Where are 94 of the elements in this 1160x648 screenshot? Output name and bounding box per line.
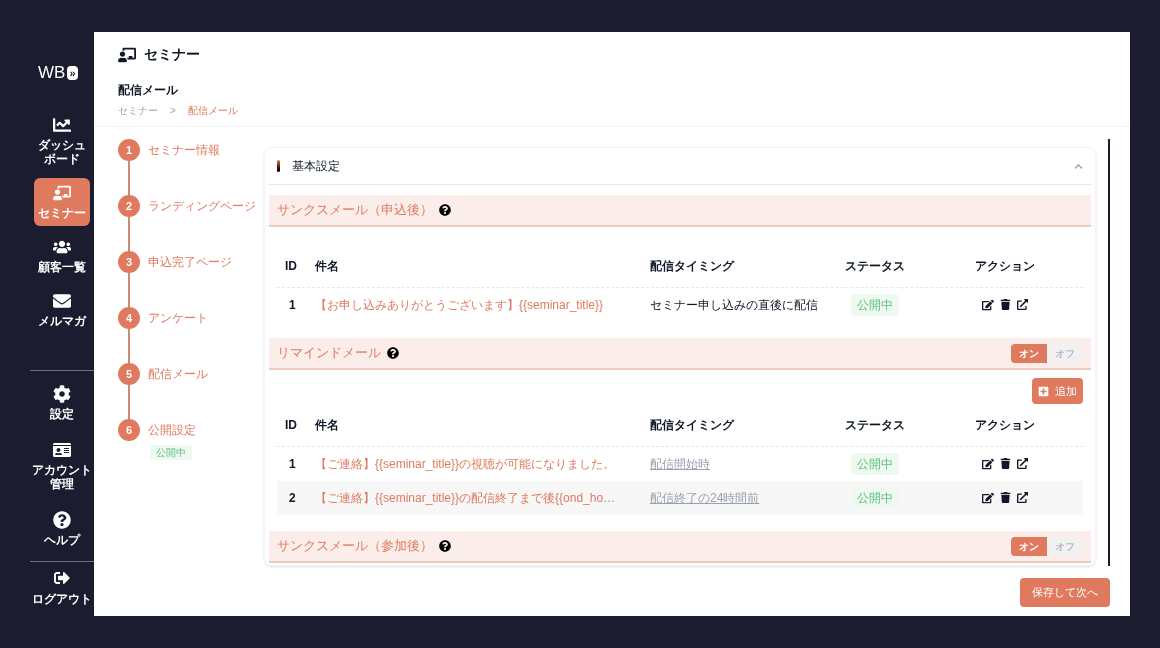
external-link-icon[interactable] (1017, 299, 1028, 310)
step-label[interactable]: ランディングページ (148, 197, 256, 215)
help-icon (53, 511, 71, 529)
edit-icon[interactable] (982, 492, 994, 504)
column-header: 件名 (314, 258, 340, 275)
plus-icon (1038, 385, 1049, 397)
sidebar-item[interactable]: ダッシュ ボード (34, 109, 90, 172)
sidebar-item[interactable]: メルマガ (34, 285, 90, 334)
trash-icon[interactable] (1000, 492, 1011, 503)
edit-icon[interactable] (982, 458, 994, 470)
trash-icon[interactable] (1000, 299, 1011, 310)
help-icon[interactable] (439, 540, 451, 552)
section-title: リマインドメール (277, 344, 381, 363)
sidebar-label: アカウント (32, 463, 92, 477)
sidebar-item[interactable]: アカウント 管理 (34, 435, 90, 497)
step-number[interactable]: 2 (118, 195, 140, 217)
sidebar-label: 設定 (50, 407, 74, 421)
edit-icon[interactable] (982, 299, 994, 311)
step-number[interactable]: 1 (118, 139, 140, 161)
panel-title: 基本設定 (292, 158, 340, 175)
status-badge: 公開中 (850, 487, 899, 509)
toggle-option[interactable]: オフ (1047, 536, 1083, 556)
sidebar-label: 管理 (50, 477, 74, 491)
table-cell-text: 1 (288, 456, 296, 473)
sidebar-item[interactable]: ヘルプ (34, 505, 90, 553)
step-label[interactable]: 配信メール (148, 365, 208, 383)
add-button[interactable]: 追加 (1032, 378, 1083, 404)
timing-cell[interactable]: 配信終了の24時間前 (642, 489, 760, 507)
step-label[interactable]: 公開設定 (148, 421, 196, 439)
logo: WB (38, 62, 66, 84)
step-label[interactable]: アンケート (148, 309, 208, 327)
sidebar-item[interactable]: 顧客一覧 (34, 231, 90, 280)
presenter-icon (118, 45, 136, 64)
toggle-option[interactable]: オフ (1047, 343, 1083, 363)
save-next-button[interactable]: 保存して次へ (1020, 578, 1110, 607)
subject-link[interactable]: 【ご連絡】{{seminar_title}}の視聴が可能になりました。 (307, 455, 616, 473)
sidebar-item[interactable]: セミナー (34, 177, 90, 226)
external-link-icon[interactable] (1017, 492, 1028, 503)
column-header: 配信タイミング (649, 417, 736, 434)
logout-label: ログアウト (32, 591, 92, 608)
trash-icon[interactable] (1000, 458, 1011, 469)
column-header: ステータス (843, 258, 906, 275)
subject-link[interactable]: 【ご連絡】{{seminar_title}}の配信終了まで後{{ond_ho… (307, 489, 616, 507)
step-number[interactable]: 6 (118, 419, 140, 441)
toggle-option[interactable]: オン (1011, 343, 1047, 363)
step-label[interactable]: セミナー情報 (148, 141, 220, 159)
breadcrumb-item: 配信メール (187, 104, 238, 118)
column-header: 件名 (314, 417, 340, 434)
sidebar-label: 顧客一覧 (38, 259, 86, 274)
page-title: 配信メール (118, 82, 179, 99)
breadcrumb-separator: > (170, 104, 176, 118)
section-title: サンクスメール（参加後） (277, 537, 433, 556)
status-badge: 公開中 (850, 453, 899, 475)
expand-button[interactable]: » (67, 65, 78, 80)
step-number[interactable]: 5 (118, 363, 140, 385)
step-label[interactable]: 申込完了ページ (148, 253, 232, 271)
logout-button[interactable]: ログアウト (30, 570, 94, 608)
step-number[interactable]: 3 (118, 251, 140, 273)
breadcrumb-item[interactable]: セミナー (118, 103, 158, 118)
status-badge: 公開中 (850, 294, 899, 316)
line-chart-icon (53, 115, 71, 134)
timing-cell[interactable]: 配信開始時 (642, 455, 710, 473)
toggle-option[interactable]: オン (1011, 536, 1047, 556)
sidebar-label: ダッシュ (38, 137, 86, 152)
column-header: アクション (974, 258, 1036, 275)
column-header: アクション (974, 417, 1036, 434)
envelope-icon (53, 291, 71, 310)
help-icon[interactable] (439, 204, 451, 216)
sidebar-label: ヘルプ (44, 533, 80, 547)
header-title: セミナー (144, 45, 200, 64)
section-title: サンクスメール（申込後） (277, 201, 433, 220)
column-header: ID (284, 417, 298, 434)
on-off-toggle[interactable]: オン オフ (1011, 343, 1083, 363)
settings-icon (53, 385, 71, 403)
sidebar-label: メルマガ (38, 313, 86, 328)
column-header: ステータス (843, 417, 906, 434)
timing-cell-text: セミナー申し込みの直後に配信 (649, 297, 818, 314)
logout-icon (54, 570, 70, 586)
on-off-toggle[interactable]: オン オフ (1011, 536, 1083, 556)
sidebar-item[interactable]: 設定 (34, 379, 90, 427)
id-card-icon (53, 441, 71, 459)
status-badge: 公開中 (150, 445, 192, 460)
column-header: ID (284, 258, 298, 275)
presenter-icon (53, 183, 71, 202)
subject-link[interactable]: 【お申し込みありがとうございます】{{seminar_title}} (307, 296, 604, 314)
column-header: 配信タイミング (649, 258, 736, 275)
sidebar-label: セミナー (38, 205, 86, 220)
table-cell-text: 1 (288, 297, 296, 314)
table-cell-text: 2 (288, 490, 296, 507)
external-link-icon[interactable] (1017, 458, 1028, 469)
step-number[interactable]: 4 (118, 307, 140, 329)
sidebar-label: ボード (44, 151, 80, 166)
title-marker-icon (277, 160, 280, 172)
help-icon[interactable] (387, 347, 399, 359)
